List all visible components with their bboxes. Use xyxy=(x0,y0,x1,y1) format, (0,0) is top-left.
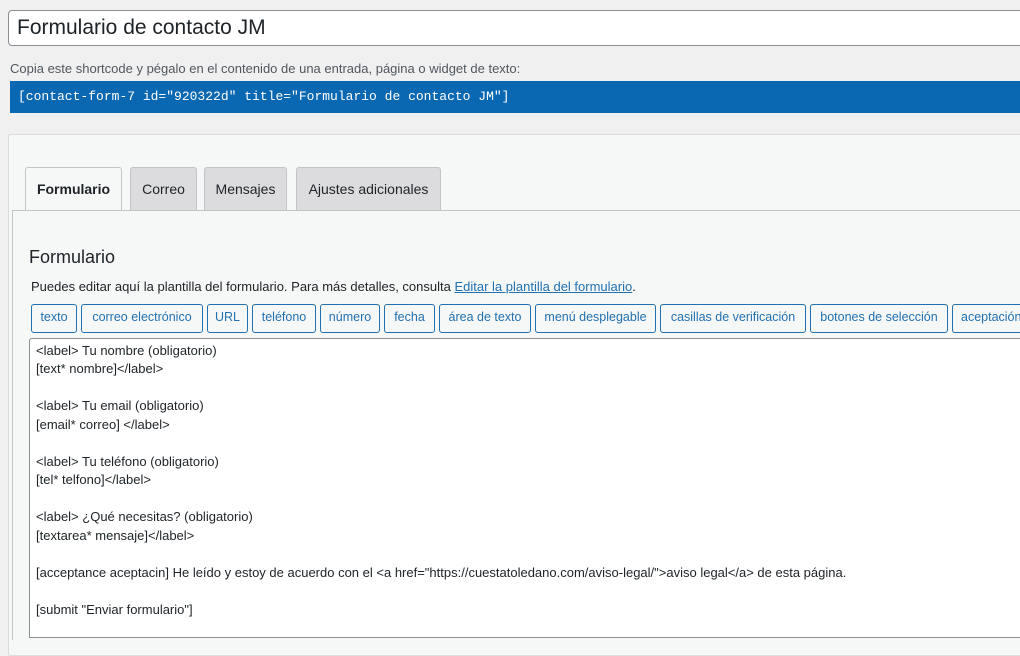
tag-button-menu-desplegable[interactable]: menú desplegable xyxy=(535,304,656,333)
tag-button-texto[interactable]: texto xyxy=(31,304,77,333)
tab-ajustes-adicionales[interactable]: Ajustes adicionales xyxy=(296,167,441,210)
shortcode-field[interactable]: [contact-form-7 id="920322d" title="Form… xyxy=(10,81,1020,113)
tag-button-correo-electronico[interactable]: correo electrónico xyxy=(81,304,203,333)
form-title-input[interactable]: Formulario de contacto JM xyxy=(8,10,1020,46)
editor-line: <label> Tu nombre (obligatorio) xyxy=(36,343,217,358)
description-end: . xyxy=(632,279,636,294)
editor-line: [email* correo] </label> xyxy=(36,417,170,432)
editor-line: [tel* telfono]</label> xyxy=(36,472,151,487)
tag-button-botones-de-seleccion[interactable]: botones de selección xyxy=(810,304,948,333)
tag-button-fecha[interactable]: fecha xyxy=(384,304,435,333)
tab-formulario[interactable]: Formulario xyxy=(25,167,122,211)
description-text: Puedes editar aquí la plantilla del form… xyxy=(31,279,455,294)
editor-line: [textarea* mensaje]</label> xyxy=(36,528,195,543)
tag-button-area-de-texto[interactable]: área de texto xyxy=(439,304,531,333)
tag-button-casillas-de-verificacion[interactable]: casillas de verificación xyxy=(660,304,806,333)
section-description: Puedes editar aquí la plantilla del form… xyxy=(31,279,636,294)
tab-mensajes[interactable]: Mensajes xyxy=(204,167,287,210)
editor-line: [acceptance aceptacin] He leído y estoy … xyxy=(36,565,847,580)
editor-line: [text* nombre]</label> xyxy=(36,361,164,376)
form-template-editor[interactable] xyxy=(29,338,1020,638)
tag-button-numero[interactable]: número xyxy=(320,304,380,333)
shortcode-instructions: Copia este shortcode y pégalo en el cont… xyxy=(10,61,521,76)
tab-correo[interactable]: Correo xyxy=(130,167,197,210)
tag-button-aceptacion[interactable]: aceptación xyxy=(952,304,1020,333)
editor-line: [submit "Enviar formulario"] xyxy=(36,602,193,617)
tag-button-telefono[interactable]: teléfono xyxy=(252,304,316,333)
section-title: Formulario xyxy=(29,247,116,267)
editor-line: <label> ¿Qué necesitas? (obligatorio) xyxy=(36,509,253,524)
tag-button-url[interactable]: URL xyxy=(207,304,248,333)
editor-line: <label> Tu email (obligatorio) xyxy=(36,398,204,413)
edit-template-link[interactable]: Editar la plantilla del formulario xyxy=(454,279,632,294)
tab-panel-border xyxy=(12,210,13,640)
tab-divider xyxy=(12,210,1020,211)
editor-line: <label> Tu teléfono (obligatorio) xyxy=(36,454,219,469)
